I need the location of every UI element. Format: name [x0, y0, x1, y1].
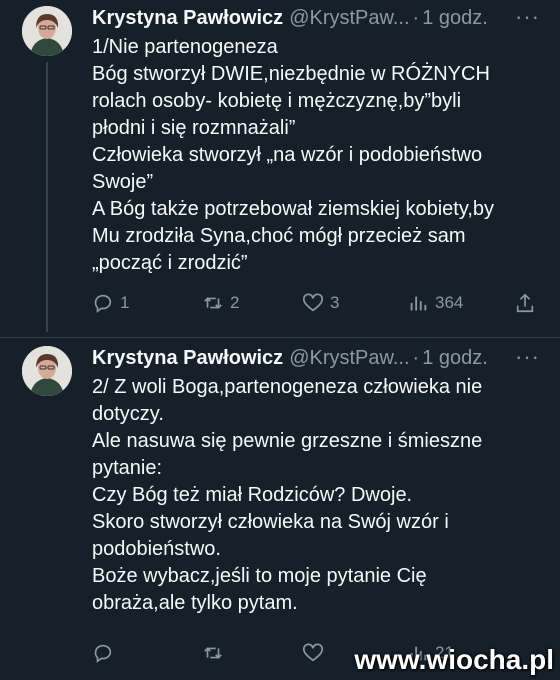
reply-count: 1: [120, 293, 130, 312]
reply-button[interactable]: 1: [92, 290, 129, 316]
tweet-text: 1/Nie partenogeneza Bóg stworzył DWIE,ni…: [92, 34, 542, 277]
reply-icon: [94, 644, 112, 663]
more-options-icon[interactable]: ···: [515, 344, 540, 370]
tweet-line: A Bóg także potrzebował ziemskiej kobiet…: [92, 198, 495, 220]
tweet-line: Człowieka stworzył „na wzór i podobieńst…: [92, 144, 483, 166]
divider: [0, 337, 560, 338]
like-count: 3: [330, 293, 340, 312]
timestamp[interactable]: 1 godz.: [422, 347, 488, 370]
reply-icon: [94, 294, 112, 313]
share-icon: [516, 293, 534, 313]
author-handle[interactable]: @KrystPaw...: [289, 7, 409, 30]
tweet-line: podobieństwo.: [92, 538, 221, 560]
avatar[interactable]: [22, 6, 72, 56]
tweet-line: Bóg stworzył DWIE,niezbędnie w RÓŻNYCH: [92, 63, 490, 85]
separator: ·: [412, 6, 420, 29]
views-button[interactable]: 364: [407, 290, 463, 316]
tweet-line: rolach osoby- kobietę i mężczyznę,by”byl…: [92, 90, 462, 112]
tweet-line: Czy Bóg też miał Rodziców? Dwoje.: [92, 484, 413, 506]
share-button[interactable]: [514, 290, 536, 316]
avatar-photo-icon: [22, 6, 72, 56]
retweet-button[interactable]: [202, 640, 230, 666]
tweet-line: 1/Nie partenogeneza: [92, 36, 278, 58]
tweet-line: dotyczy.: [92, 403, 164, 425]
tweet-header: Krystyna Pawłowicz @KrystPaw... · 1 godz…: [92, 344, 540, 372]
retweet-button[interactable]: 2: [202, 290, 239, 316]
tweet-line: Boże wybacz,jeśli to moje pytanie Cię: [92, 565, 427, 587]
avatar-photo-icon: [22, 346, 72, 396]
tweet-actions: 1 2 3 364: [92, 290, 542, 316]
tweet-header: Krystyna Pawłowicz @KrystPaw... · 1 godz…: [92, 4, 540, 32]
tweet-line: Mu zrodziła Syna,choć mógł przecież sam: [92, 225, 466, 247]
tweet-line: „począć i zrodzić”: [92, 252, 248, 274]
retweet-icon: [204, 647, 222, 659]
heart-icon: [303, 643, 323, 662]
timestamp[interactable]: 1 godz.: [422, 7, 488, 30]
tweet-line: Swoje”: [92, 171, 154, 193]
tweet-line: 2/ Z woli Boga,partenogeneza człowieka n…: [92, 376, 483, 398]
tweet-text: 2/ Z woli Boga,partenogeneza człowieka n…: [92, 374, 542, 617]
more-options-icon[interactable]: ···: [515, 4, 540, 30]
tweet-line: pytanie:: [92, 457, 163, 479]
author-name[interactable]: Krystyna Pawłowicz: [92, 7, 283, 30]
author-name[interactable]: Krystyna Pawłowicz: [92, 347, 283, 370]
reply-button[interactable]: [92, 640, 120, 666]
watermark: www.wiocha.pl: [354, 644, 554, 675]
author-handle[interactable]: @KrystPaw...: [289, 347, 409, 370]
retweet-count: 2: [230, 293, 240, 312]
like-button[interactable]: [302, 640, 330, 666]
tweet-line: płodni i się rozmnażali”: [92, 117, 296, 139]
separator: ·: [412, 346, 420, 369]
heart-icon: [303, 293, 323, 312]
tweet-line: Skoro stworzył człowieka na Swój wzór i: [92, 511, 449, 533]
tweet-line: obraża,ale tylko pytam.: [92, 592, 298, 614]
tweet-line: Ale nasuwa się pewnie grzeszne i śmieszn…: [92, 430, 483, 452]
like-button[interactable]: 3: [302, 290, 339, 316]
retweet-icon: [204, 297, 222, 309]
thread-line: [46, 62, 48, 332]
views-chart-icon: [410, 296, 427, 311]
avatar[interactable]: [22, 346, 72, 396]
views-count: 364: [435, 293, 464, 312]
